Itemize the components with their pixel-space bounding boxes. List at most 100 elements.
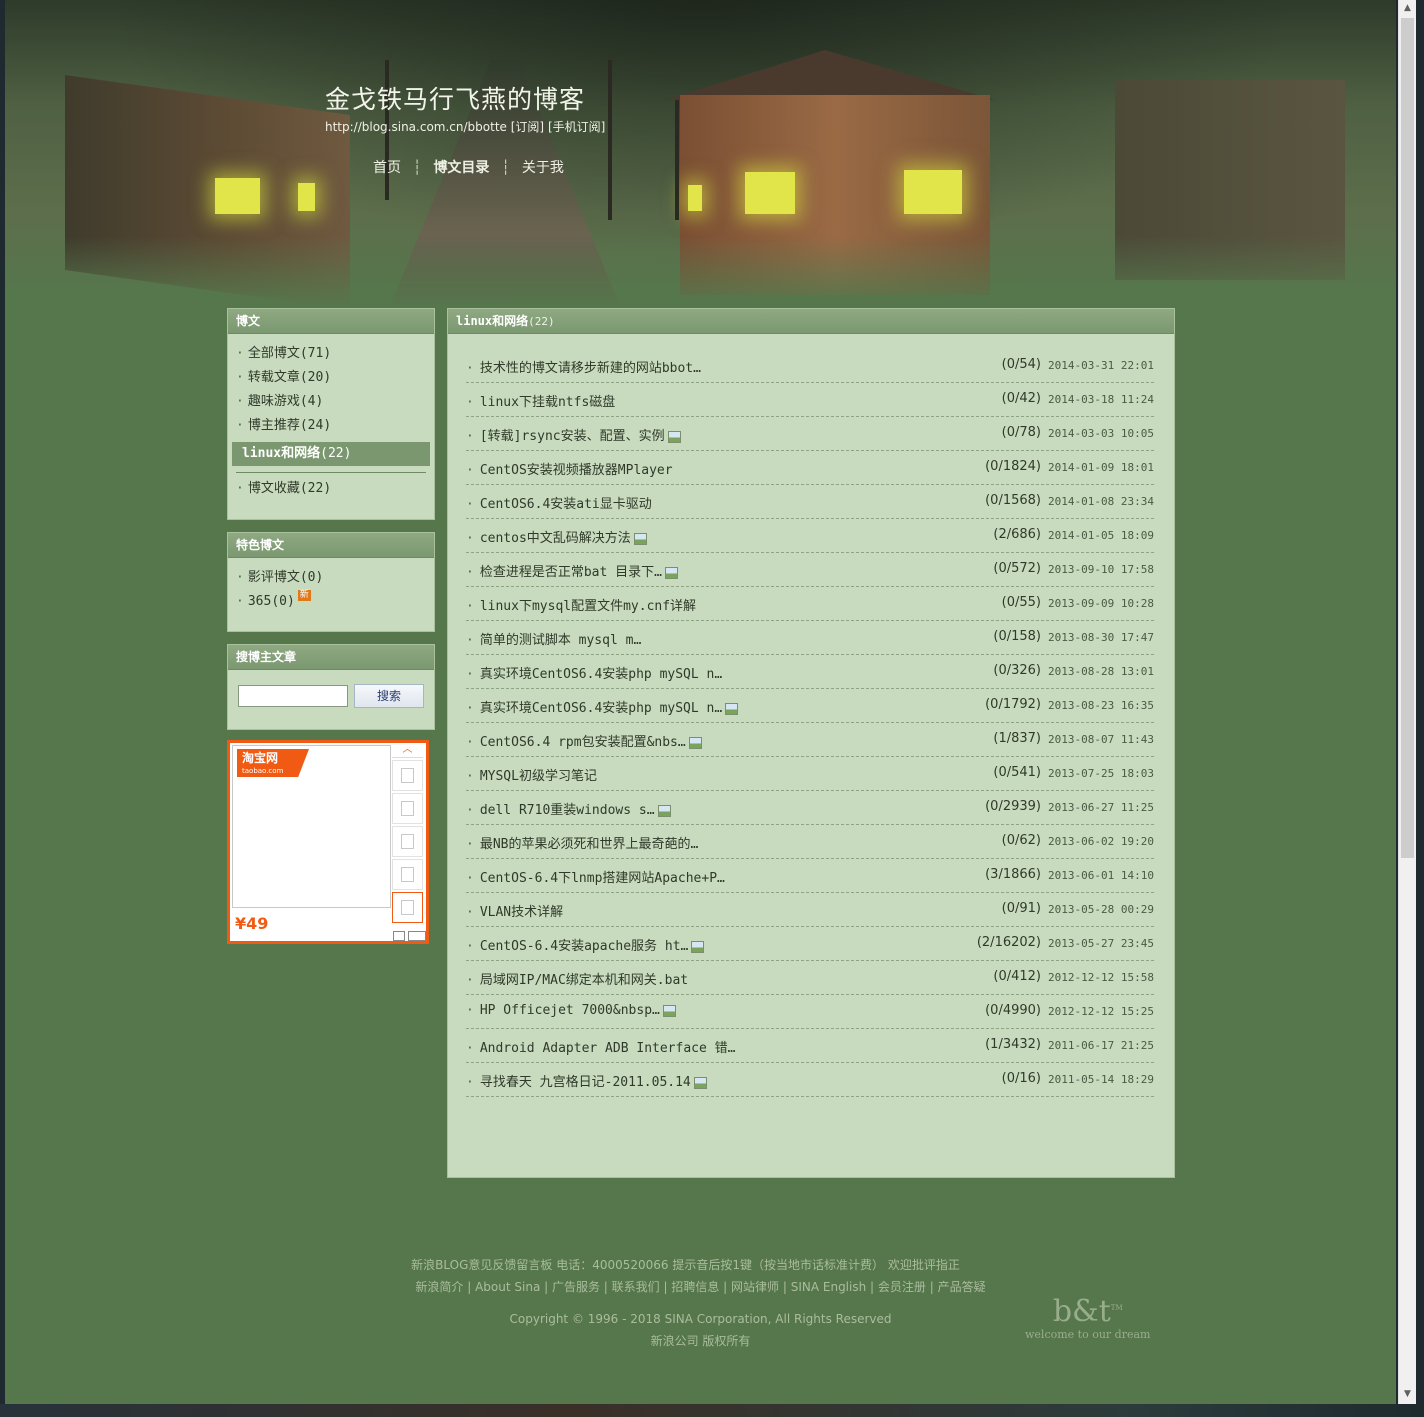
ad-thumbnail[interactable] [392, 826, 423, 857]
footer-link-separator: | [719, 1280, 732, 1294]
article-title[interactable]: · CentOS6.4安装ati显卡驱动 [466, 493, 652, 512]
article-title[interactable]: · 局域网IP/MAC绑定本机和网关.bat [466, 969, 688, 988]
scroll-down-arrow-icon[interactable]: ▼ [1399, 1386, 1416, 1402]
image-icon [693, 1076, 707, 1089]
footer-link-separator: | [540, 1280, 552, 1294]
featured-list: · 影评博文(0) · 365(0) 新 [228, 558, 434, 614]
banner-window [215, 178, 260, 214]
vertical-scrollbar[interactable]: ▲ ▼ [1398, 0, 1416, 1404]
article-title[interactable]: · Android Adapter ADB Interface 错… [466, 1037, 735, 1056]
featured-item[interactable]: · 影评博文(0) [236, 566, 426, 590]
ad-thumbnail-strip: ︿ [392, 743, 423, 933]
scrollbar-thumb[interactable] [1401, 18, 1414, 858]
article-row: · dell R710重装windows s… (0/2939) 2013-06-27… [466, 791, 1154, 825]
search-button[interactable]: 搜索 [354, 684, 424, 708]
article-date: 2013-05-27 23:45 [1048, 937, 1154, 950]
category-item[interactable]: · 转载文章(20) [236, 366, 426, 390]
article-title[interactable]: · MYSQL初级学习笔记 [466, 765, 597, 784]
bullet: · [466, 803, 474, 818]
mobile-subscribe-link[interactable]: [手机订阅] [548, 120, 605, 134]
banner-window [745, 172, 795, 214]
article-stats: (0/62) [1001, 833, 1041, 848]
footer-link[interactable]: 会员注册 [878, 1280, 926, 1294]
article-title[interactable]: · 真实环境CentOS6.4安装php mySQL n… [466, 697, 739, 716]
search-box-title: 搜博主文章 [228, 645, 434, 670]
search-input[interactable] [238, 685, 348, 707]
article-stats: (2/686) [993, 527, 1041, 542]
ad-price[interactable]: ¥49 [235, 914, 268, 933]
ad-control-icon[interactable] [393, 931, 405, 941]
bullet: · [466, 735, 474, 750]
category-item-active[interactable]: linux和网络(22) [232, 442, 430, 466]
category-item[interactable]: · 全部博文(71) [236, 342, 426, 366]
footer-link[interactable]: 网站律师 [731, 1280, 779, 1294]
article-title[interactable]: · centos中文乱码解决方法 [466, 527, 647, 546]
ad-thumbnail-selected[interactable] [392, 892, 423, 923]
article-title[interactable]: · 检查进程是否正常bat 目录下… [466, 561, 678, 580]
article-title[interactable]: · VLAN技术详解 [466, 901, 563, 920]
footer-link[interactable]: 广告服务 [552, 1280, 600, 1294]
posts-box-title: 博文 [228, 309, 434, 334]
category-item[interactable]: · 博文收藏(22) [236, 472, 426, 501]
article-date: 2011-05-14 18:29 [1048, 1073, 1154, 1086]
footer-link[interactable]: 产品答疑 [938, 1280, 986, 1294]
article-title[interactable]: · 最NB的苹果必须死和世界上最奇葩的… [466, 833, 698, 852]
article-title[interactable]: · dell R710重装windows s… [466, 799, 671, 818]
ad-thumbnail[interactable] [392, 859, 423, 890]
ad-product-image[interactable]: 淘宝网 taobao.com [232, 745, 391, 908]
footer-link[interactable]: 联系我们 [612, 1280, 660, 1294]
footer-link[interactable]: 新浪简介 [415, 1280, 463, 1294]
footer: 新浪BLOG意见反馈留言板 电话：4000520066 提示音后按1键（按当地市… [5, 1254, 1396, 1352]
nav-home[interactable]: 首页 [373, 157, 401, 177]
ad-thumbnail[interactable] [392, 793, 423, 824]
bullet: · [466, 395, 474, 410]
article-title[interactable]: · linux下挂载ntfs磁盘 [466, 391, 615, 410]
taobao-ad[interactable]: 淘宝网 taobao.com ¥49 ︿ [227, 740, 429, 944]
footer-link[interactable]: SINA English [791, 1280, 867, 1294]
article-title[interactable]: · 寻找春天 九宫格日记-2011.05.14 [466, 1071, 707, 1090]
bullet: · [466, 565, 474, 580]
article-title[interactable]: · CentOS-6.4下lnmp搭建网站Apache+P… [466, 867, 725, 886]
ad-expand-icon[interactable] [408, 931, 426, 941]
footer-link[interactable]: About Sina [475, 1280, 540, 1294]
bullet: · [466, 361, 474, 376]
blog-title[interactable]: 金戈铁马行飞燕的博客 [325, 80, 585, 116]
article-title[interactable]: · HP Officejet 7000&nbsp… [466, 1003, 676, 1018]
article-title[interactable]: · 真实环境CentOS6.4安装php mySQL n… [466, 663, 722, 682]
ad-thumbnail[interactable] [392, 760, 423, 791]
banner-fade [5, 236, 1396, 306]
bt-logo-mark: b&tTM [1052, 1294, 1123, 1329]
category-count: (22) [528, 315, 555, 328]
article-title[interactable]: · linux下mysql配置文件my.cnf详解 [466, 595, 696, 614]
subscribe-link[interactable]: [订阅] [511, 120, 544, 134]
featured-item[interactable]: · 365(0) 新 [236, 590, 426, 614]
bullet: · [466, 463, 474, 478]
article-row: · 简单的测试脚本 mysql m… (0/158) 2013-08-30 17:47 [466, 621, 1154, 655]
article-title[interactable]: · CentOS安装视频播放器MPlayer [466, 459, 673, 478]
scroll-up-arrow-icon[interactable]: ▲ [1399, 0, 1416, 16]
article-row: · CentOS-6.4下lnmp搭建网站Apache+P… (3/1866) 201… [466, 859, 1154, 893]
footer-link[interactable]: 招聘信息 [671, 1280, 719, 1294]
blog-url-line: http://blog.sina.com.cn/bbotte [订阅] [手机订… [325, 118, 605, 135]
bullet: · [466, 973, 474, 988]
image-icon [664, 566, 678, 579]
blog-url[interactable]: http://blog.sina.com.cn/bbotte [325, 120, 507, 134]
nav-article-list[interactable]: 博文目录 [433, 157, 489, 177]
article-date: 2013-08-28 13:01 [1048, 665, 1154, 678]
article-title[interactable]: · CentOS6.4 rpm包安装配置&nbs… [466, 731, 702, 750]
article-title[interactable]: · 技术性的博文请移步新建的网站bbot… [466, 357, 701, 376]
footer-feedback-line: 新浪BLOG意见反馈留言板 电话：4000520066 提示音后按1键（按当地市… [411, 1258, 960, 1272]
article-title[interactable]: · CentOS-6.4安装apache服务 ht… [466, 935, 705, 954]
article-title[interactable]: · [转载]rsync安装、配置、实例 [466, 425, 681, 444]
nav-about[interactable]: 关于我 [522, 157, 564, 177]
chevron-up-icon[interactable]: ︿ [392, 743, 423, 758]
article-date: 2013-06-02 19:20 [1048, 835, 1154, 848]
category-item[interactable]: · 博主推荐(24) [236, 414, 426, 438]
article-title[interactable]: · 简单的测试脚本 mysql m… [466, 629, 641, 648]
article-date: 2013-09-09 10:28 [1048, 597, 1154, 610]
bullet: · [466, 871, 474, 886]
category-item[interactable]: · 趣味游戏(4) [236, 390, 426, 414]
category-name: linux和网络 [456, 314, 529, 328]
category-list: · 全部博文(71) · 转载文章(20) · 趣味游戏(4) · 博主推荐(24) l… [228, 334, 434, 501]
article-stats: (0/78) [1001, 425, 1041, 440]
